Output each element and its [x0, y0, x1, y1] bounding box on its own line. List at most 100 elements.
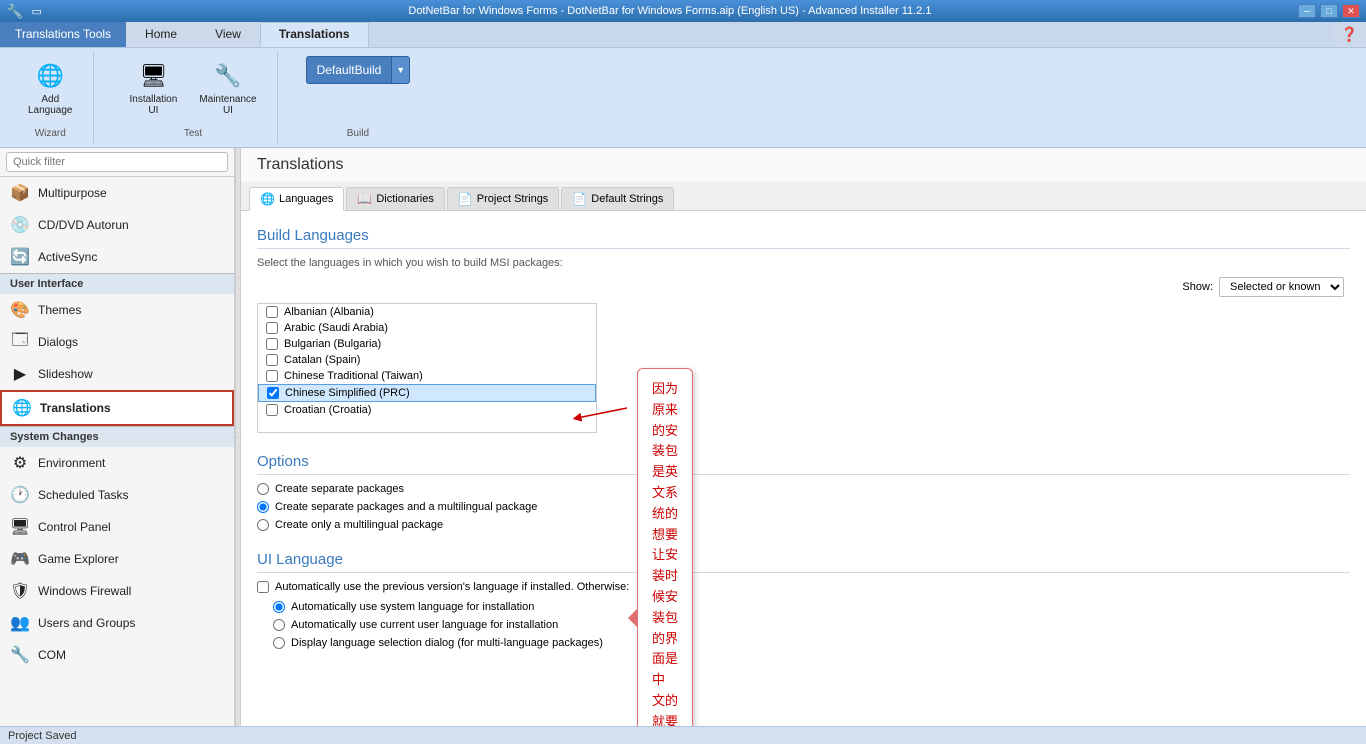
uilang-item-1: Automatically use system language for in…	[273, 601, 1350, 613]
option-radio-2[interactable]	[257, 501, 269, 513]
themes-icon: 🎨	[10, 300, 30, 320]
sidebar-item-slideshow[interactable]: ▶ Slideshow	[0, 358, 234, 390]
tab-home[interactable]: Home	[126, 22, 196, 47]
com-icon: 🔧	[10, 645, 30, 665]
tab-languages[interactable]: 🌐 Languages	[249, 187, 344, 211]
tab-default-strings[interactable]: 📄 Default Strings	[561, 187, 674, 210]
bulgarian-checkbox[interactable]	[266, 338, 278, 350]
title-bar: 🔧 ▭ DotNetBar for Windows Forms - DotNet…	[0, 0, 1366, 22]
list-item: Chinese Traditional (Taiwan)	[258, 368, 596, 384]
cddvd-icon: 💿	[10, 215, 30, 235]
albanian-label: Albanian (Albania)	[284, 306, 374, 318]
arabic-checkbox[interactable]	[266, 322, 278, 334]
option-radio-1[interactable]	[257, 483, 269, 495]
tab-translations-tools[interactable]: Translations Tools	[0, 22, 126, 47]
show-label: Show:	[1182, 281, 1213, 293]
sidebar-item-label: Slideshow	[38, 367, 93, 381]
chinese-simplified-label: Chinese Simplified (PRC)	[285, 387, 410, 399]
option-item-3: Create only a multilingual package	[257, 519, 1350, 531]
dialogs-icon: 🗔	[10, 332, 30, 352]
sidebar-item-environment[interactable]: ⚙ Environment	[0, 447, 234, 479]
sidebar: 📦 Multipurpose 💿 CD/DVD Autorun 🔄 Active…	[0, 148, 235, 726]
page-title: Translations	[257, 156, 344, 173]
help-icon[interactable]: ❓	[1333, 22, 1366, 47]
windows-firewall-icon: 🛡	[10, 581, 30, 601]
chinese-traditional-checkbox[interactable]	[266, 370, 278, 382]
sidebar-item-windows-firewall[interactable]: 🛡 Windows Firewall	[0, 575, 234, 607]
search-input[interactable]	[6, 152, 228, 172]
sidebar-item-translations[interactable]: 🌐 Translations	[0, 390, 234, 426]
sidebar-item-label: ActiveSync	[38, 250, 97, 264]
sidebar-item-label: COM	[38, 648, 66, 662]
main-layout: 📦 Multipurpose 💿 CD/DVD Autorun 🔄 Active…	[0, 148, 1366, 726]
minimize-button[interactable]: ─	[1298, 4, 1316, 18]
option-label-1: Create separate packages	[275, 483, 404, 495]
sidebar-item-com[interactable]: 🔧 COM	[0, 639, 234, 671]
list-item: Croatian (Croatia)	[258, 402, 596, 418]
build-main-button[interactable]: DefaultBuild	[306, 56, 392, 84]
uilang-radio-1[interactable]	[273, 601, 285, 613]
default-strings-tab-label: Default Strings	[591, 193, 663, 205]
users-groups-icon: 👥	[10, 613, 30, 633]
game-explorer-icon: 🎮	[10, 549, 30, 569]
lang-relative-container: Albanian (Albania) Arabic (Saudi Arabia)…	[257, 303, 1350, 433]
build-languages-section: Build Languages Select the languages in …	[257, 227, 1350, 433]
installation-ui-button[interactable]: 🖥 InstallationUI	[122, 56, 186, 120]
sidebar-item-label: Themes	[38, 303, 81, 317]
uilang-item-3: Display language selection dialog (for m…	[273, 637, 1350, 649]
status-text: Project Saved	[8, 730, 76, 742]
language-list[interactable]: Albanian (Albania) Arabic (Saudi Arabia)…	[257, 303, 597, 433]
croatian-label: Croatian (Croatia)	[284, 404, 371, 416]
sidebar-item-control-panel[interactable]: 🖥 Control Panel	[0, 511, 234, 543]
sidebar-item-cddvd[interactable]: 💿 CD/DVD Autorun	[0, 209, 234, 241]
sidebar-item-multipurpose[interactable]: 📦 Multipurpose	[0, 177, 234, 209]
build-languages-desc: Select the languages in which you wish t…	[257, 257, 1350, 269]
option-label-3: Create only a multilingual package	[275, 519, 443, 531]
tab-translations[interactable]: Translations	[260, 22, 369, 47]
tab-view[interactable]: View	[196, 22, 260, 47]
auto-prev-checkbox[interactable]	[257, 581, 269, 593]
ribbon-tabs: Translations Tools Home View Translation…	[0, 22, 1366, 48]
environment-icon: ⚙	[10, 453, 30, 473]
languages-tab-label: Languages	[279, 193, 333, 205]
options-radio-group: Create separate packages Create separate…	[257, 483, 1350, 531]
uilang-radio-3[interactable]	[273, 637, 285, 649]
languages-tab-icon: 🌐	[260, 192, 275, 206]
ui-language-section: UI Language Automatically use the previo…	[257, 551, 1350, 649]
option-item-2: Create separate packages and a multiling…	[257, 501, 1350, 513]
build-arrow-button[interactable]: ▼	[391, 56, 410, 84]
list-item: Catalan (Spain)	[258, 352, 596, 368]
sidebar-item-label: Translations	[40, 401, 111, 415]
sidebar-item-themes[interactable]: 🎨 Themes	[0, 294, 234, 326]
sidebar-item-activesync[interactable]: 🔄 ActiveSync	[0, 241, 234, 273]
show-select[interactable]: Selected or known	[1219, 277, 1344, 297]
system-menu[interactable]: ▭	[31, 5, 41, 18]
option-radio-3[interactable]	[257, 519, 269, 531]
close-button[interactable]: ✕	[1342, 4, 1360, 18]
sidebar-item-dialogs[interactable]: 🗔 Dialogs	[0, 326, 234, 358]
catalan-checkbox[interactable]	[266, 354, 278, 366]
albanian-checkbox[interactable]	[266, 306, 278, 318]
search-box	[0, 148, 234, 177]
maximize-button[interactable]: □	[1320, 4, 1338, 18]
add-language-button[interactable]: 🌐 AddLanguage	[20, 56, 81, 120]
sidebar-item-label: Multipurpose	[38, 186, 107, 200]
build-languages-title: Build Languages	[257, 227, 1350, 249]
show-bar: Show: Selected or known	[257, 277, 1350, 297]
status-bar: Project Saved	[0, 726, 1366, 744]
tab-project-strings[interactable]: 📄 Project Strings	[447, 187, 559, 210]
maintenance-ui-button[interactable]: 🔧 MaintenanceUI	[191, 56, 264, 120]
uilang-radio-2[interactable]	[273, 619, 285, 631]
chinese-simplified-checkbox[interactable]	[267, 387, 279, 399]
maintenance-ui-label: MaintenanceUI	[199, 94, 256, 116]
ribbon-group-build: DefaultBuild ▼ Build	[294, 52, 423, 143]
sidebar-item-users-groups[interactable]: 👥 Users and Groups	[0, 607, 234, 639]
croatian-checkbox[interactable]	[266, 404, 278, 416]
section-user-interface: User Interface	[0, 273, 234, 294]
tab-dictionaries[interactable]: 📖 Dictionaries	[346, 187, 444, 210]
installation-ui-icon: 🖥	[137, 60, 169, 92]
list-item: Albanian (Albania)	[258, 304, 596, 320]
sidebar-item-game-explorer[interactable]: 🎮 Game Explorer	[0, 543, 234, 575]
sidebar-item-label: Dialogs	[38, 335, 78, 349]
sidebar-item-scheduled-tasks[interactable]: 🕐 Scheduled Tasks	[0, 479, 234, 511]
